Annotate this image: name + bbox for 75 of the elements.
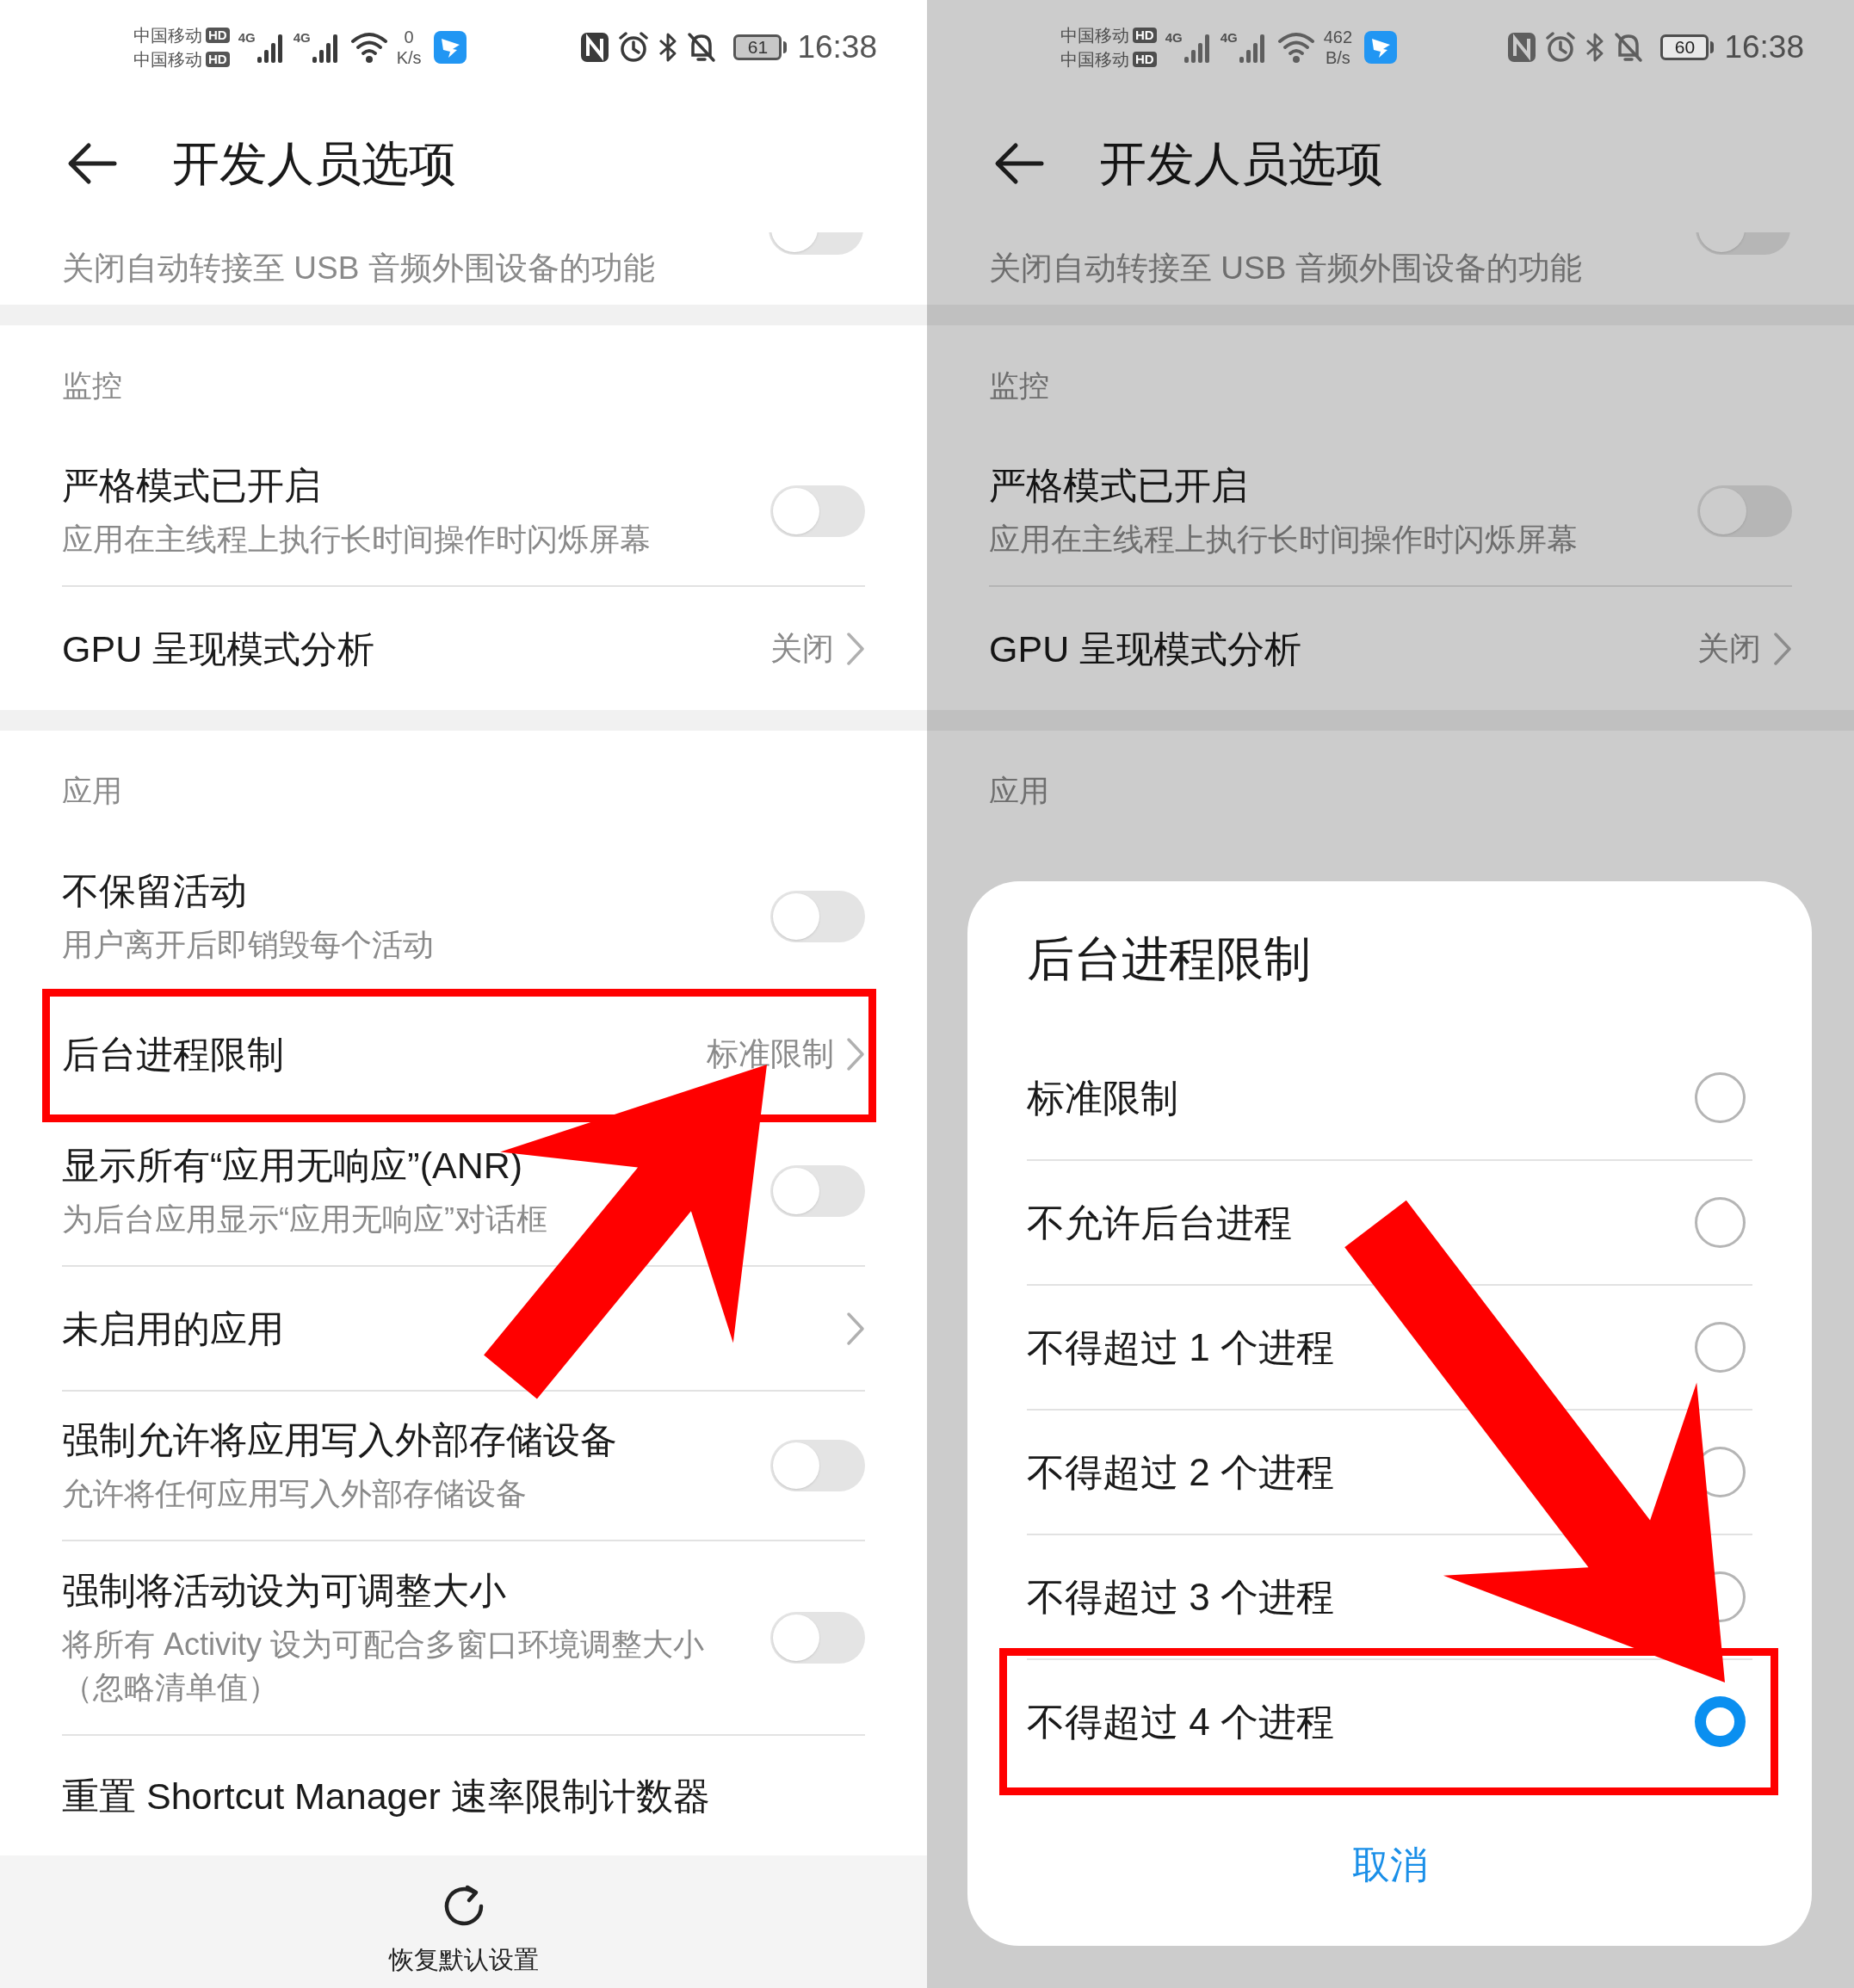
setting-value: 关闭 <box>770 629 834 668</box>
setting-title[interactable]: 后台进程限制 <box>62 1029 707 1078</box>
battery-level: 60 <box>1674 38 1696 57</box>
wifi-icon <box>349 31 388 64</box>
section-header: 监控 <box>989 368 1049 403</box>
radio-option[interactable]: 不得超过 1 个进程 <box>967 1286 1812 1409</box>
setting-value: 标准限制 <box>707 1034 834 1073</box>
status-time: 16:38 <box>797 30 877 65</box>
setting-description: 允许将任何应用写入外部存储设备 <box>62 1475 528 1513</box>
hd-badge: HD <box>206 52 230 67</box>
alarm-icon <box>1545 32 1577 63</box>
hd-badge: HD <box>206 28 230 43</box>
setting-description: 为后台应用显示“应用无响应”对话框 <box>62 1201 548 1238</box>
chevron-icon <box>846 631 865 666</box>
setting-description: 关闭自动转接至 USB 音频外围设备的功能 <box>989 250 1582 287</box>
toggle-switch[interactable] <box>770 1612 865 1664</box>
network-type: 4G <box>1165 31 1183 45</box>
setting-title: 强制允许将应用写入外部存储设备 <box>62 1418 618 1462</box>
toggle-switch[interactable] <box>770 891 865 942</box>
dialog-title: 后台进程限制 <box>1027 931 1311 986</box>
setting-title: 显示所有“应用无响应”(ANR) <box>62 1144 524 1188</box>
toggle-switch[interactable] <box>770 1440 865 1491</box>
carrier-name: 中国移动 <box>133 49 202 70</box>
carrier-name: 中国移动 <box>1060 25 1129 46</box>
hd-badge: HD <box>1133 28 1157 43</box>
page-title: 开发人员选项 <box>172 136 456 191</box>
network-speed: 0 <box>404 27 414 47</box>
radio-option[interactable]: 不得超过 4 个进程 <box>967 1660 1812 1783</box>
battery-level: 61 <box>747 38 769 57</box>
setting-title[interactable]: 重置 Shortcut Manager 速率限制计数器 <box>62 1771 710 1820</box>
setting-description: 将所有 Activity 设为可配合多窗口环境调整大小（忽略清单值） <box>62 1626 705 1707</box>
back-icon[interactable] <box>67 142 117 185</box>
mute-icon <box>1614 32 1644 63</box>
section-header: 监控 <box>62 368 122 403</box>
setting-description: 应用在主线程上执行长时间操作时闪烁屏幕 <box>989 521 1579 559</box>
hd-badge: HD <box>1133 52 1157 67</box>
status-time: 16:38 <box>1724 30 1804 65</box>
setting-title: 不保留活动 <box>62 869 248 913</box>
setting-description: 关闭自动转接至 USB 音频外围设备的功能 <box>62 250 655 287</box>
setting-title: 严格模式已开启 <box>62 464 322 508</box>
speed-unit: B/s <box>1325 47 1350 68</box>
network-type: 4G <box>1220 31 1238 45</box>
setting-title[interactable]: 未启用的应用 <box>62 1304 834 1353</box>
radio-option[interactable]: 标准限制 <box>967 1036 1812 1159</box>
reset-label[interactable]: 恢复默认设置 <box>388 1944 539 1975</box>
toggle-switch[interactable] <box>770 485 865 537</box>
speed-unit: K/s <box>396 47 422 68</box>
section-header: 应用 <box>989 774 1049 808</box>
setting-title: 强制将活动设为可调整大小 <box>62 1569 507 1613</box>
mute-icon <box>687 32 717 63</box>
wifi-icon <box>1276 31 1315 64</box>
network-speed: 462 <box>1323 27 1353 47</box>
setting-title: 严格模式已开启 <box>989 464 1249 508</box>
carrier-name: 中国移动 <box>1060 49 1129 70</box>
section-header: 应用 <box>62 774 122 808</box>
network-type: 4G <box>293 31 311 45</box>
setting-title[interactable]: GPU 呈现模式分析 <box>62 624 770 673</box>
alarm-icon <box>618 32 650 63</box>
nfc-icon <box>580 32 610 63</box>
setting-description: 应用在主线程上执行长时间操作时闪烁屏幕 <box>62 521 652 559</box>
chevron-icon <box>846 1311 865 1346</box>
nfc-icon <box>1507 32 1537 63</box>
toggle-switch[interactable] <box>770 1165 865 1217</box>
chevron-icon <box>846 1036 865 1071</box>
app-icon <box>433 31 467 64</box>
page-title: 开发人员选项 <box>1099 136 1383 191</box>
back-icon[interactable] <box>994 142 1044 185</box>
app-icon <box>1364 31 1398 64</box>
setting-value: 关闭 <box>1697 629 1761 668</box>
carrier-name: 中国移动 <box>133 25 202 46</box>
setting-title[interactable]: GPU 呈现模式分析 <box>989 624 1697 673</box>
network-type: 4G <box>238 31 256 45</box>
chevron-icon <box>1773 631 1792 666</box>
radio-option[interactable]: 不允许后台进程 <box>967 1161 1812 1284</box>
setting-description: 用户离开后即销毁每个活动 <box>62 926 435 964</box>
